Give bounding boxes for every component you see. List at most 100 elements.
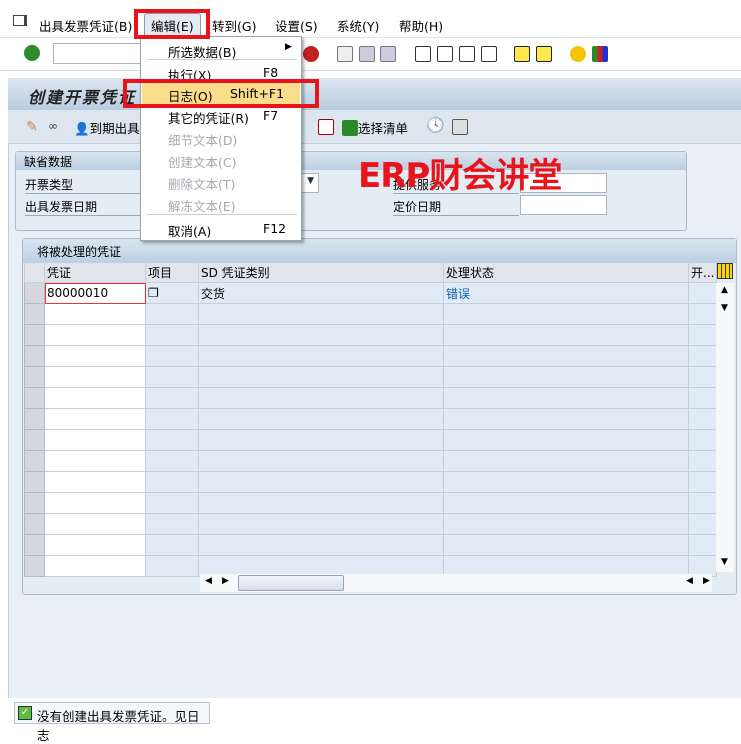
item-cell[interactable] xyxy=(145,450,199,472)
pricing-date-field[interactable] xyxy=(520,195,607,215)
doc-cell[interactable] xyxy=(44,408,146,430)
row-selector[interactable] xyxy=(24,303,45,325)
item-cell[interactable] xyxy=(145,513,199,535)
extra-cell xyxy=(687,471,718,493)
command-field[interactable] xyxy=(53,43,143,64)
shortcut-icon[interactable] xyxy=(536,46,552,62)
last-page-icon[interactable] xyxy=(481,46,497,62)
extra-cell xyxy=(687,366,718,388)
doc-cell[interactable] xyxy=(44,471,146,493)
doc-cell[interactable] xyxy=(44,303,146,325)
add-entry-icon[interactable] xyxy=(452,119,468,135)
row-selector[interactable] xyxy=(24,429,45,451)
item-cell[interactable] xyxy=(145,492,199,514)
select-list-button[interactable]: 选择清单 xyxy=(342,118,408,137)
scroll-down-icon[interactable]: ▼ xyxy=(721,557,728,567)
column-settings-icon[interactable] xyxy=(717,263,733,279)
menu-billing[interactable]: 出具发票凭证(B) xyxy=(39,16,132,35)
row-selector[interactable] xyxy=(24,408,45,430)
scroll-down-icon[interactable]: ▼ xyxy=(721,303,728,313)
help-icon[interactable] xyxy=(570,46,586,62)
prev-page-icon[interactable] xyxy=(437,46,453,62)
menu-item[interactable]: 取消(A) F12 xyxy=(142,218,300,239)
menu-item-label: 创建文本(C) xyxy=(168,155,237,170)
row-selector[interactable] xyxy=(24,282,45,304)
billing-date-label: 出具发票日期 xyxy=(25,198,140,216)
cancel-icon[interactable] xyxy=(303,46,319,62)
menu-settings[interactable]: 设置(S) xyxy=(275,16,318,35)
layout-icon[interactable] xyxy=(592,46,608,62)
status-message[interactable]: 没有创建出具发票凭证。见日志 xyxy=(37,709,200,743)
doc-cell[interactable]: 80000010 xyxy=(44,282,146,304)
row-selector[interactable] xyxy=(24,534,45,556)
status-cell[interactable]: 错误 xyxy=(443,282,689,304)
copy-icon[interactable]: ❐ xyxy=(148,286,159,300)
item-cell[interactable] xyxy=(145,387,199,409)
doc-cell[interactable] xyxy=(44,555,146,577)
due-billing-button[interactable]: 👤到期出具 xyxy=(74,118,140,137)
find-icon[interactable] xyxy=(359,46,375,62)
row-selector[interactable] xyxy=(24,366,45,388)
scroll-left-icon[interactable]: ◀ xyxy=(686,576,693,586)
doc-cell[interactable] xyxy=(44,324,146,346)
item-cell[interactable] xyxy=(145,303,199,325)
select-all-cell[interactable] xyxy=(24,262,45,283)
enter-check-icon[interactable] xyxy=(24,45,40,61)
item-cell[interactable] xyxy=(145,555,199,577)
clock-icon[interactable]: 🕓 xyxy=(426,116,445,134)
doc-cell[interactable] xyxy=(44,387,146,409)
doc-cell[interactable] xyxy=(44,345,146,367)
menu-item[interactable]: 删除文本(T) xyxy=(142,171,300,192)
vertical-scrollbar[interactable] xyxy=(716,283,734,572)
doc-cell[interactable] xyxy=(44,513,146,535)
edit-pencil-icon[interactable]: ✎ xyxy=(26,119,38,135)
doc-cell[interactable] xyxy=(44,492,146,514)
menu-item[interactable]: 其它的凭证(R) F7 xyxy=(142,105,300,126)
item-cell[interactable] xyxy=(145,366,199,388)
scroll-right-icon[interactable]: ▶ xyxy=(703,576,710,586)
col-header[interactable]: 凭证 xyxy=(44,262,146,283)
item-cell[interactable] xyxy=(145,429,199,451)
item-cell[interactable] xyxy=(145,324,199,346)
doc-cell[interactable] xyxy=(44,450,146,472)
new-session-icon[interactable] xyxy=(514,46,530,62)
row-selector[interactable] xyxy=(24,450,45,472)
doc-cell[interactable] xyxy=(44,366,146,388)
doc-cell[interactable] xyxy=(44,534,146,556)
item-cell[interactable] xyxy=(145,408,199,430)
menu-help[interactable]: 帮助(H) xyxy=(399,16,443,35)
find-next-icon[interactable] xyxy=(380,46,396,62)
first-page-icon[interactable] xyxy=(415,46,431,62)
scroll-thumb[interactable] xyxy=(238,575,344,591)
row-selector[interactable] xyxy=(24,324,45,346)
next-page-icon[interactable] xyxy=(459,46,475,62)
menu-item[interactable]: 所选数据(B) ▶ xyxy=(142,39,300,60)
row-selector[interactable] xyxy=(24,387,45,409)
row-selector[interactable] xyxy=(24,492,45,514)
item-cell[interactable] xyxy=(145,534,199,556)
menu-item[interactable]: 解冻文本(E) xyxy=(142,193,300,214)
scroll-right-icon[interactable]: ▶ xyxy=(222,576,229,586)
item-cell[interactable] xyxy=(145,471,199,493)
display-glasses-icon[interactable]: ∞ xyxy=(48,119,58,133)
row-selector[interactable] xyxy=(24,471,45,493)
row-selector[interactable] xyxy=(24,555,45,577)
col-header[interactable]: 开... xyxy=(687,262,718,283)
scroll-up-icon[interactable]: ▲ xyxy=(721,285,728,295)
doc-cell[interactable] xyxy=(44,429,146,451)
menu-icon[interactable] xyxy=(13,15,27,26)
scroll-left-icon[interactable]: ◀ xyxy=(205,576,212,586)
row-selector[interactable] xyxy=(24,513,45,535)
col-header[interactable]: SD 凭证类别 xyxy=(198,262,444,283)
col-header[interactable]: 项目 xyxy=(145,262,199,283)
menu-system[interactable]: 系统(Y) xyxy=(337,16,379,35)
menu-item[interactable]: 创建文本(C) xyxy=(142,149,300,170)
row-selector[interactable] xyxy=(24,345,45,367)
menu-item[interactable]: 细节文本(D) xyxy=(142,127,300,148)
menu-goto[interactable]: 转到(G) xyxy=(212,16,256,35)
calendar-icon[interactable] xyxy=(318,119,334,135)
print-icon[interactable] xyxy=(337,46,353,62)
col-header[interactable]: 处理状态 xyxy=(443,262,689,283)
item-cell[interactable] xyxy=(145,345,199,367)
item-cell[interactable]: ❐ xyxy=(145,282,199,304)
